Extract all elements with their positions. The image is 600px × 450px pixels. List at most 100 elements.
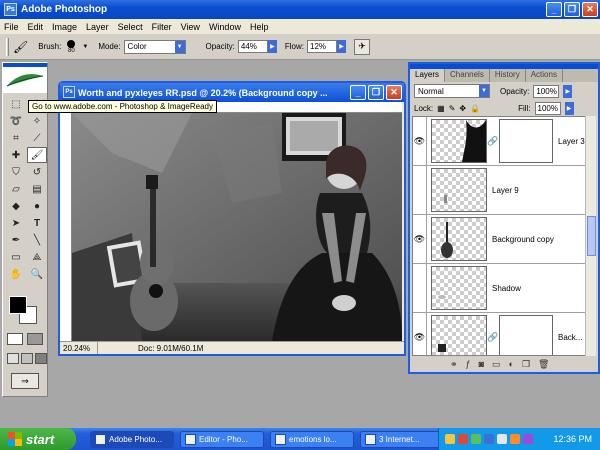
history-brush-tool-icon[interactable]: ↺ [27,164,47,180]
close-button[interactable]: ✕ [582,2,598,17]
brush-tool-icon[interactable]: 🖌 [27,147,47,163]
doc-close-button[interactable]: ✕ [386,85,402,100]
visibility-eye-icon[interactable]: 👁 [413,214,427,264]
menu-filter[interactable]: Filter [152,22,172,32]
tray-icon[interactable] [471,434,481,444]
taskbar-item-internet[interactable]: 3 Internet... [360,430,444,448]
gradient-tool-icon[interactable]: ▤ [27,181,47,197]
foreground-color-swatch[interactable] [9,296,27,314]
brush-tool-icon[interactable]: 🖌 [13,40,28,54]
layer-style-icon[interactable]: ƒ [466,359,471,369]
blend-mode-select[interactable]: Normal ▼ [414,84,490,98]
blur-tool-icon[interactable]: ◆ [6,198,26,214]
layer-row[interactable]: Shadow [413,263,586,313]
layer-list-scrollbar[interactable] [585,116,596,356]
app-title-bar[interactable]: Ps Adobe Photoshop _ ❐ ✕ [0,0,600,19]
screen-mode-full-icon[interactable] [35,353,47,364]
crop-tool-icon[interactable]: ⌗ [6,130,26,146]
tray-icon[interactable] [484,434,494,444]
chain-link-icon[interactable]: 🔗 [487,332,499,343]
tab-actions[interactable]: Actions [526,69,563,82]
adobe-feather-logo[interactable] [3,67,47,93]
type-tool-icon[interactable]: T [27,215,47,231]
scrollbar-thumb[interactable] [587,216,596,256]
visibility-eye-icon[interactable]: 👁 [413,117,427,166]
mode-select[interactable]: Color ▼ [123,39,186,54]
options-grip[interactable] [6,37,9,56]
layer-mask-thumbnail[interactable] [499,315,553,355]
menu-file[interactable]: File [4,22,19,32]
taskbar-item-editor[interactable]: Editor - Pho... [180,430,264,448]
opacity-slider-arrow[interactable]: ▶ [267,40,277,53]
adjustment-layer-icon[interactable]: ◐ [509,359,514,369]
dodge-tool-icon[interactable]: ● [27,198,47,214]
fill-input[interactable]: 100% [534,102,561,115]
tab-layers[interactable]: Layers [410,69,446,82]
image-canvas[interactable] [72,113,402,341]
trash-icon[interactable]: 🗑 [538,359,549,370]
slice-tool-icon[interactable]: ⟋ [27,130,47,146]
start-button[interactable]: start [0,428,76,450]
clock[interactable]: 12:36 PM [553,434,592,444]
layer-opacity-arrow[interactable]: ▶ [563,84,573,98]
lock-pixels-icon[interactable]: ✎ [449,104,456,113]
flow-input[interactable]: 12% [307,40,338,53]
fill-arrow[interactable]: ▶ [564,102,574,115]
tab-channels[interactable]: Channels [445,69,490,82]
photoshop-app-icon[interactable]: Ps [4,3,17,16]
tray-icon[interactable] [497,434,507,444]
tray-icon[interactable] [523,434,533,444]
lock-transparency-icon[interactable]: ▦ [437,104,445,113]
zoom-level[interactable]: 20.24% [60,342,98,354]
path-selection-tool-icon[interactable]: ➤ [6,215,26,231]
clone-stamp-tool-icon[interactable]: ⛉ [6,164,26,180]
line-tool-icon[interactable]: ╲ [27,232,47,248]
screen-mode-standard-icon[interactable] [7,353,19,364]
menu-layer[interactable]: Layer [86,22,109,32]
menu-image[interactable]: Image [52,22,77,32]
tray-icon[interactable] [458,434,468,444]
visibility-eye-icon[interactable]: 👁 [413,312,427,355]
opacity-input[interactable]: 44% [237,40,268,53]
link-layers-icon[interactable]: ⚭ [450,359,458,370]
chevron-down-icon[interactable]: ▼ [82,44,88,50]
menu-select[interactable]: Select [118,22,143,32]
menu-view[interactable]: View [181,22,200,32]
jump-to-imageready-icon[interactable]: ⇒ [11,373,39,389]
hand-tool-icon[interactable]: ✋ [6,266,26,282]
doc-maximize-button[interactable]: ❐ [368,85,384,100]
layer-mask-thumbnail[interactable] [499,119,553,163]
eyedropper-tool-icon[interactable]: ⟁ [27,249,47,265]
layer-row[interactable]: 👁 Background copy [413,214,586,264]
layer-opacity-input[interactable]: 100% [533,84,560,98]
standard-mode-icon[interactable] [7,333,23,345]
notes-tool-icon[interactable]: ▭ [6,249,26,265]
visibility-toggle-empty[interactable] [413,165,427,215]
visibility-toggle-empty[interactable] [413,263,427,313]
chain-link-icon[interactable]: 🔗 [487,136,499,147]
marquee-tool-icon[interactable]: ⬚ [6,96,26,112]
eraser-tool-icon[interactable]: ▱ [6,181,26,197]
pen-tool-icon[interactable]: ✒ [6,232,26,248]
brush-preset-picker[interactable]: 80 [64,39,78,54]
zoom-tool-icon[interactable]: 🔍 [27,266,47,282]
layer-row[interactable]: Layer 9 [413,165,586,215]
healing-brush-tool-icon[interactable]: ✚ [6,147,26,163]
quick-mask-mode-icon[interactable] [27,333,43,345]
taskbar-item-emotions[interactable]: emotions lo... [270,430,354,448]
screen-mode-full-menu-icon[interactable] [21,353,33,364]
palette-title-bar[interactable] [410,64,598,69]
menu-window[interactable]: Window [209,22,241,32]
new-set-icon[interactable]: ▭ [492,359,501,370]
lock-all-icon[interactable]: 🔒 [470,104,480,113]
layer-row[interactable]: 👁 🔗 Layer 3 [413,117,586,166]
layer-row[interactable]: 👁 🔗 Back... [413,312,586,355]
lock-position-icon[interactable]: ✥ [459,104,466,113]
magic-wand-tool-icon[interactable]: ✧ [27,113,47,129]
tab-history[interactable]: History [490,69,526,82]
lasso-tool-icon[interactable]: ➰ [6,113,26,129]
minimize-button[interactable]: _ [546,2,562,17]
maximize-button[interactable]: ❐ [564,2,580,17]
taskbar-item-photoshop[interactable]: Adobe Photo... [90,430,174,448]
tray-icon[interactable] [445,434,455,444]
